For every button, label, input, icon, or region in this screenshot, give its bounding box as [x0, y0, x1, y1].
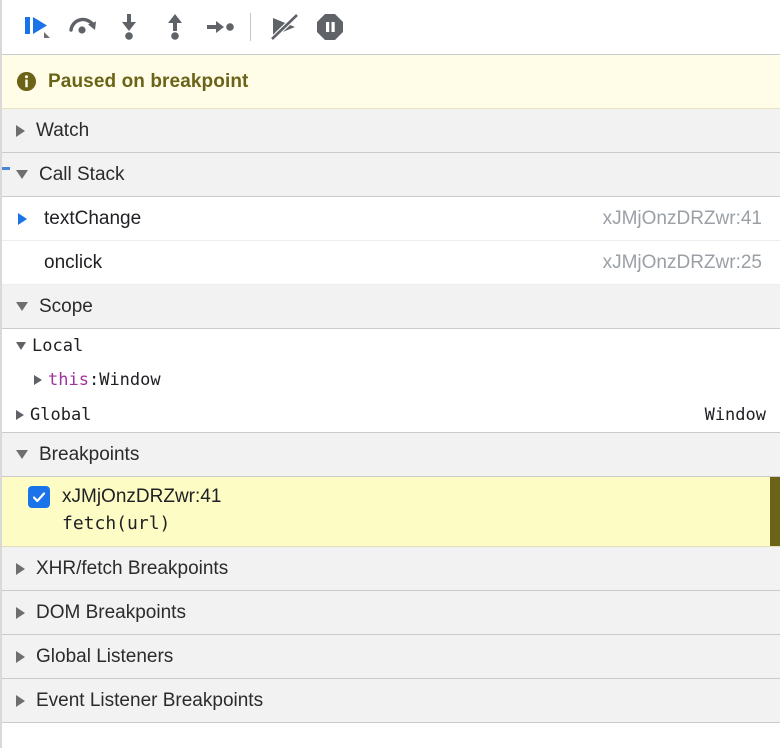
section-title-xhr-fetch-breakpoints: XHR/fetch Breakpoints	[36, 557, 229, 579]
call-stack-frame-location: xJMjOnzDRZwr:25	[602, 251, 762, 273]
call-stack-frame-textchange[interactable]: textChange xJMjOnzDRZwr:41	[2, 197, 780, 241]
section-header-global-listeners[interactable]: Global Listeners	[2, 635, 780, 679]
deactivate-breakpoints-icon	[270, 13, 299, 41]
section-title-global-listeners: Global Listeners	[36, 645, 174, 667]
section-title-scope: Scope	[39, 295, 93, 317]
scope-label-local: Local	[32, 336, 84, 356]
breakpoint-list-item[interactable]: xJMjOnzDRZwr:41 fetch(url)	[2, 477, 780, 547]
section-header-watch[interactable]: Watch	[2, 109, 780, 153]
scope-row-global[interactable]: Global Window	[2, 397, 780, 433]
call-stack-frame-name: onclick	[44, 251, 103, 273]
chevron-right-icon	[16, 124, 25, 137]
debugger-sidebar-panel: Paused on breakpoint Watch Call Stack te…	[0, 0, 780, 748]
resume-icon	[25, 17, 50, 38]
chevron-down-icon	[16, 450, 28, 459]
paused-status-text: Paused on breakpoint	[48, 70, 249, 92]
chevron-right-icon	[16, 562, 25, 575]
breakpoint-row-header: xJMjOnzDRZwr:41	[2, 486, 780, 508]
section-header-call-stack[interactable]: Call Stack	[2, 153, 780, 197]
breakpoint-enabled-checkbox[interactable]	[28, 486, 50, 508]
toolbar-divider	[250, 13, 251, 41]
deactivate-breakpoints-button[interactable]	[261, 6, 307, 48]
chevron-right-icon	[16, 606, 25, 619]
step-out-button[interactable]	[152, 6, 198, 48]
section-title-breakpoints: Breakpoints	[39, 443, 140, 465]
step-icon	[207, 21, 234, 33]
left-edge-marker	[2, 167, 10, 170]
scope-value-global: Window	[704, 404, 766, 425]
section-header-event-listener-breakpoints[interactable]: Event Listener Breakpoints	[2, 679, 780, 723]
resume-script-execution-button[interactable]	[14, 6, 60, 48]
step-into-icon	[122, 14, 136, 40]
step-button[interactable]	[198, 6, 244, 48]
scope-tree: Local this : Window Global Window	[2, 329, 780, 433]
scope-row-local[interactable]: Local	[2, 329, 780, 363]
section-header-xhr-fetch-breakpoints[interactable]: XHR/fetch Breakpoints	[2, 547, 780, 591]
chevron-right-icon	[16, 650, 25, 663]
step-out-icon	[168, 14, 182, 40]
scope-key-this: this	[48, 370, 89, 390]
info-icon	[16, 71, 37, 92]
pause-octagon-icon	[317, 14, 343, 40]
scope-row-this[interactable]: this : Window	[2, 363, 780, 397]
section-header-breakpoints[interactable]: Breakpoints	[2, 433, 780, 477]
step-into-button[interactable]	[106, 6, 152, 48]
breakpoint-list-scrollbar[interactable]	[770, 477, 780, 546]
step-over-button[interactable]	[60, 6, 106, 48]
chevron-right-icon	[16, 409, 24, 420]
debugger-toolbar	[2, 0, 780, 55]
scope-separator: :	[88, 370, 100, 390]
chevron-right-icon	[16, 694, 25, 707]
section-header-dom-breakpoints[interactable]: DOM Breakpoints	[2, 591, 780, 635]
call-stack-frame-onclick[interactable]: onclick xJMjOnzDRZwr:25	[2, 241, 780, 285]
section-title-event-listener-breakpoints: Event Listener Breakpoints	[36, 689, 264, 711]
scope-label-global: Global	[30, 404, 92, 425]
section-title-dom-breakpoints: DOM Breakpoints	[36, 601, 186, 623]
section-title-watch: Watch	[36, 119, 90, 141]
checkmark-icon	[32, 492, 46, 503]
chevron-down-icon	[16, 170, 28, 179]
scope-value-this: Window	[99, 370, 161, 390]
breakpoint-location: xJMjOnzDRZwr:41	[62, 486, 222, 507]
paused-on-breakpoint-banner: Paused on breakpoint	[2, 55, 780, 109]
chevron-down-icon	[16, 342, 26, 350]
call-stack-frame-name: textChange	[44, 207, 142, 229]
chevron-right-icon	[34, 375, 42, 385]
current-frame-arrow-icon	[18, 212, 34, 225]
pause-on-exceptions-button[interactable]	[307, 6, 353, 48]
breakpoint-code-snippet: fetch(url)	[62, 513, 171, 534]
call-stack-frame-location: xJMjOnzDRZwr:41	[602, 207, 762, 229]
step-over-icon	[69, 17, 96, 34]
section-header-scope[interactable]: Scope	[2, 285, 780, 329]
section-title-call-stack: Call Stack	[39, 163, 125, 185]
chevron-down-icon	[16, 302, 28, 311]
